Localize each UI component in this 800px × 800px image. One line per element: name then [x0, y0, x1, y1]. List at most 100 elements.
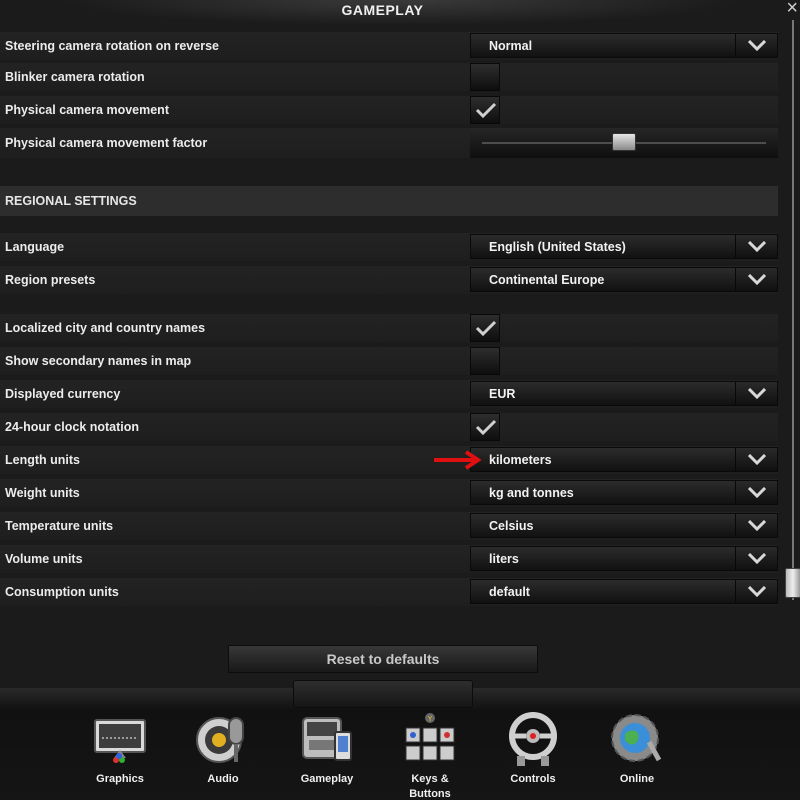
- language-dropdown[interactable]: English (United States): [470, 234, 778, 259]
- nav-label: Audio: [207, 773, 239, 785]
- chevron-down-icon: [748, 586, 766, 597]
- truck-phone-icon: [302, 717, 352, 761]
- scrollbar-thumb[interactable]: [785, 568, 800, 598]
- setting-label: Length units: [5, 453, 80, 467]
- dropdown-arrow-button[interactable]: [735, 481, 777, 504]
- chevron-down-icon: [748, 388, 766, 399]
- setting-row-currency: Displayed currency EUR: [0, 380, 778, 408]
- chevron-down-icon: [748, 520, 766, 531]
- temperature-units-dropdown[interactable]: Celsius: [470, 513, 778, 538]
- section-title: REGIONAL SETTINGS: [5, 194, 137, 208]
- nav-handle: [293, 680, 473, 708]
- close-icon[interactable]: ×: [786, 0, 798, 20]
- dropdown-arrow-button[interactable]: [735, 547, 777, 570]
- nav-label: Online: [619, 773, 655, 785]
- blinker-camera-checkbox[interactable]: [470, 63, 500, 91]
- setting-label: Weight units: [5, 486, 80, 500]
- dropdown-value: Celsius: [489, 518, 534, 533]
- secondary-names-checkbox[interactable]: [470, 347, 500, 375]
- setting-row-length-units: Length units kilometers: [0, 446, 778, 474]
- setting-row-secondary-names: Show secondary names in map: [0, 347, 778, 375]
- dropdown-arrow-button[interactable]: [735, 448, 777, 471]
- keyboard-keys-icon: Y: [405, 713, 455, 761]
- dropdown-value: default: [489, 584, 530, 599]
- dropdown-arrow-button[interactable]: [735, 580, 777, 603]
- settings-list: Steering camera rotation on reverse Norm…: [0, 0, 780, 640]
- dropdown-value: kg and tonnes: [489, 485, 574, 500]
- checkmark-icon: [475, 320, 497, 336]
- dropdown-value: English (United States): [489, 239, 626, 254]
- weight-units-dropdown[interactable]: kg and tonnes: [470, 480, 778, 505]
- dropdown-arrow-button[interactable]: [735, 34, 777, 57]
- dropdown-value: kilometers: [489, 452, 552, 467]
- nav-audio[interactable]: Audio: [183, 712, 263, 800]
- setting-row-consumption-units: Consumption units default: [0, 578, 778, 606]
- red-arrow-icon: [434, 450, 482, 470]
- svg-text:Y: Y: [427, 715, 433, 723]
- nav-online[interactable]: Online: [597, 712, 677, 800]
- speaker-microphone-icon: [196, 717, 244, 763]
- chevron-down-icon: [748, 553, 766, 564]
- dropdown-arrow-button[interactable]: [735, 514, 777, 537]
- setting-row-weight-units: Weight units kg and tonnes: [0, 479, 778, 507]
- slider-thumb[interactable]: [612, 133, 636, 151]
- nav-label: Graphics: [96, 773, 144, 785]
- chevron-down-icon: [748, 274, 766, 285]
- nav-keys-buttons[interactable]: Y Keys & Buttons: [390, 712, 470, 800]
- dropdown-arrow-button[interactable]: [735, 382, 777, 405]
- setting-label: Displayed currency: [5, 387, 121, 401]
- setting-label: Physical camera movement factor: [5, 136, 208, 150]
- chevron-down-icon: [748, 487, 766, 498]
- setting-label: Consumption units: [5, 585, 119, 599]
- setting-row-localized-names: Localized city and country names: [0, 314, 778, 342]
- dropdown-arrow-button[interactable]: [735, 235, 777, 258]
- setting-row-24h-clock: 24-hour clock notation: [0, 413, 778, 441]
- scrollbar[interactable]: [785, 20, 800, 600]
- setting-label: Language: [5, 240, 65, 254]
- currency-dropdown[interactable]: EUR: [470, 381, 778, 406]
- steering-wheel-icon: [509, 712, 557, 766]
- setting-label: Show secondary names in map: [5, 354, 192, 368]
- setting-label: Localized city and country names: [5, 321, 206, 335]
- camera-factor-slider[interactable]: [470, 128, 778, 158]
- setting-label: Blinker camera rotation: [5, 70, 145, 84]
- volume-units-dropdown[interactable]: liters: [470, 546, 778, 571]
- setting-label: Volume units: [5, 552, 83, 566]
- steering-camera-dropdown[interactable]: Normal: [470, 33, 778, 58]
- setting-label: Region presets: [5, 273, 96, 287]
- setting-row-volume-units: Volume units liters: [0, 545, 778, 573]
- globe-gear-icon: [611, 714, 662, 762]
- length-units-dropdown[interactable]: kilometers: [470, 447, 778, 472]
- physical-camera-checkbox[interactable]: [470, 96, 500, 124]
- scrollbar-track: [792, 20, 794, 600]
- region-presets-dropdown[interactable]: Continental Europe: [470, 267, 778, 292]
- reset-to-defaults-button[interactable]: Reset to defaults: [228, 645, 538, 673]
- nav-graphics[interactable]: Graphics: [80, 712, 160, 800]
- monitor-icon: [94, 719, 146, 763]
- nav-label: Keys & Buttons: [409, 773, 451, 800]
- localized-names-checkbox[interactable]: [470, 314, 500, 342]
- nav-label: Controls: [510, 773, 556, 785]
- dropdown-value: EUR: [489, 386, 516, 401]
- chevron-down-icon: [748, 241, 766, 252]
- nav-gameplay[interactable]: Gameplay: [287, 712, 367, 800]
- checkmark-icon: [475, 419, 497, 435]
- dropdown-value: Continental Europe: [489, 272, 605, 287]
- 24h-clock-checkbox[interactable]: [470, 413, 500, 441]
- setting-row-steering-camera: Steering camera rotation on reverse Norm…: [0, 32, 778, 60]
- setting-row-region-presets: Region presets Continental Europe: [0, 266, 778, 294]
- chevron-down-icon: [748, 454, 766, 465]
- setting-label: Steering camera rotation on reverse: [5, 39, 219, 53]
- dropdown-arrow-button[interactable]: [735, 268, 777, 291]
- setting-row-blinker-camera: Blinker camera rotation: [0, 63, 778, 91]
- dropdown-value: Normal: [489, 38, 533, 53]
- checkmark-icon: [475, 102, 497, 118]
- setting-row-camera-factor: Physical camera movement factor: [0, 128, 778, 158]
- reset-button-label: Reset to defaults: [326, 651, 440, 667]
- chevron-down-icon: [748, 40, 766, 51]
- nav-label: Gameplay: [300, 773, 354, 785]
- nav-controls[interactable]: Controls: [493, 712, 573, 800]
- setting-row-physical-camera: Physical camera movement: [0, 96, 778, 124]
- dropdown-value: liters: [489, 551, 519, 566]
- consumption-units-dropdown[interactable]: default: [470, 579, 778, 604]
